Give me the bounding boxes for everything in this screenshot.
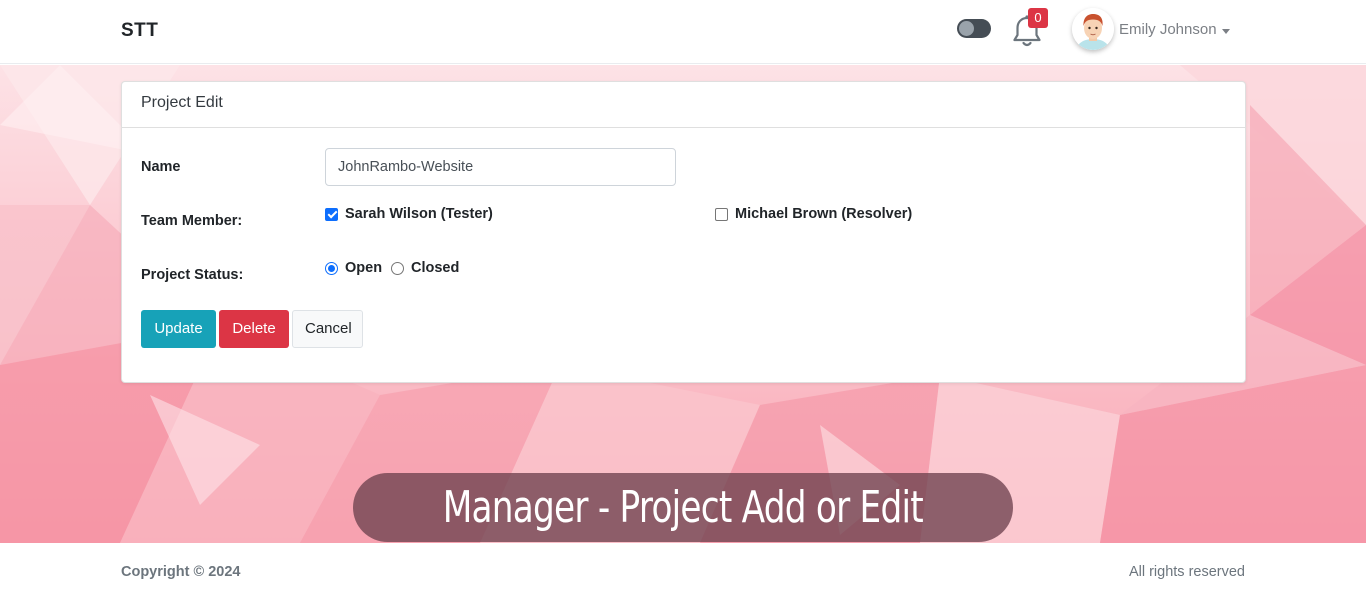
cancel-button[interactable]: Cancel	[292, 310, 363, 348]
caret-down-icon[interactable]	[1222, 29, 1230, 34]
caption-text: Manager - Project Add or Edit	[442, 482, 924, 533]
delete-button[interactable]: Delete	[219, 310, 289, 348]
status-closed-label: Closed	[411, 260, 460, 276]
project-edit-card: Project Edit Name Team Member: Sarah Wil…	[121, 81, 1246, 383]
status-open[interactable]: Open	[325, 260, 382, 276]
status-open-label: Open	[345, 260, 383, 276]
rights-text: All rights reserved	[1128, 564, 1245, 580]
team-member-michael[interactable]: Michael Brown (Resolver)	[715, 206, 912, 222]
caption-banner: Manager - Project Add or Edit	[353, 473, 1013, 542]
team-member-label: Team Member:	[141, 213, 243, 229]
update-button[interactable]: Update	[141, 310, 216, 348]
toggle-knob	[959, 21, 974, 36]
radio-open[interactable]	[325, 261, 338, 275]
user-name[interactable]: Emily Johnson	[1119, 21, 1217, 38]
card-title: Project Edit	[122, 82, 1245, 128]
copyright-text: Copyright © 2024	[121, 564, 241, 580]
name-label: Name	[141, 159, 181, 175]
checkbox-sarah[interactable]	[325, 207, 338, 221]
team-member-sarah[interactable]: Sarah Wilson (Tester)	[325, 206, 493, 222]
brand-logo[interactable]: STT	[121, 20, 158, 42]
project-name-input[interactable]	[325, 148, 676, 186]
team-member-sarah-label: Sarah Wilson (Tester)	[345, 206, 493, 222]
footer: Copyright © 2024 All rights reserved	[0, 543, 1366, 600]
radio-closed[interactable]	[391, 261, 404, 275]
user-avatar[interactable]	[1072, 8, 1114, 50]
top-navbar: STT 0 Emily Johnson	[0, 0, 1366, 64]
theme-toggle[interactable]	[957, 19, 991, 38]
project-status-label: Project Status:	[141, 267, 244, 283]
status-closed[interactable]: Closed	[391, 260, 459, 276]
notification-badge: 0	[1028, 8, 1048, 28]
team-member-michael-label: Michael Brown (Resolver)	[735, 206, 913, 222]
checkbox-michael[interactable]	[715, 207, 728, 221]
